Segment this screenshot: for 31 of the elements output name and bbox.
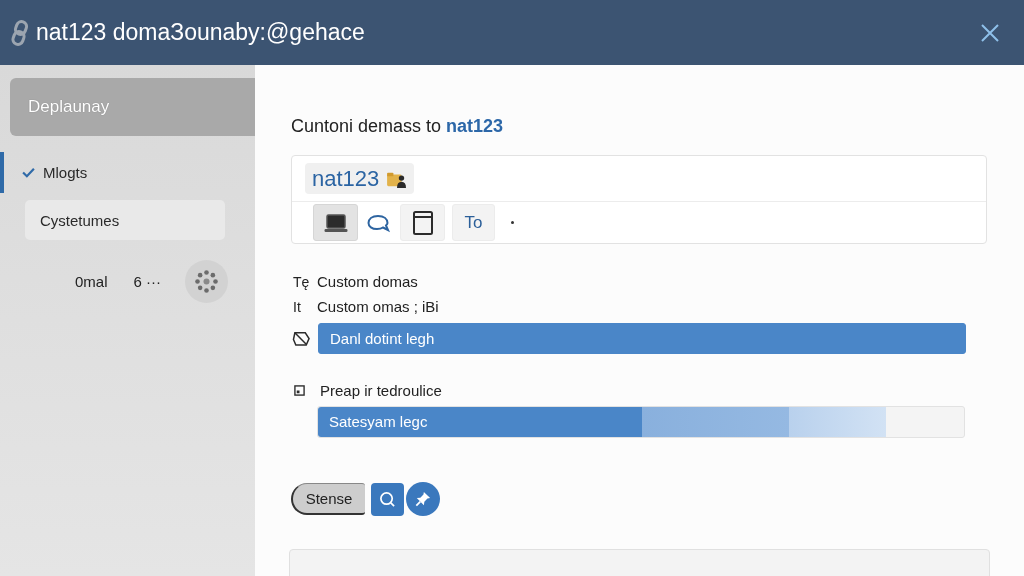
window-button[interactable]: [400, 204, 445, 241]
option-label: Custom domas: [317, 273, 418, 290]
option-tag: Tę: [291, 273, 317, 290]
sidebar-item[interactable]: Mlogts: [0, 152, 255, 193]
laptop-button[interactable]: [313, 204, 358, 241]
dot-icon: [511, 221, 514, 224]
window-icon: [412, 210, 433, 235]
preview-label: Preap ir tedroulice: [320, 382, 442, 399]
close-icon: [980, 22, 1000, 43]
stense-button[interactable]: Stense: [291, 483, 365, 515]
option-label: Custom omas ; iBi: [317, 298, 439, 315]
close-button[interactable]: [980, 22, 1000, 43]
pin-button[interactable]: [406, 482, 440, 516]
sidebar-item[interactable]: Cystetumes: [25, 200, 225, 240]
spinner-icon[interactable]: [185, 259, 228, 303]
link-icon: [10, 19, 30, 46]
search-button[interactable]: [371, 482, 404, 516]
progress-label: Satesyam legc: [329, 413, 428, 431]
text-style-button[interactable]: To: [452, 204, 495, 241]
option-tag: It: [291, 298, 317, 315]
square-icon: [294, 385, 305, 396]
laptop-icon: [323, 212, 348, 233]
pin-icon: [415, 491, 431, 507]
footer-label: 0mal: [75, 272, 108, 290]
search-icon: [379, 490, 396, 508]
domain-select[interactable]: Danl dotint legh: [318, 323, 966, 354]
chat-bubble-icon: [367, 212, 391, 233]
page-heading: Cuntoni demass to nat123: [291, 115, 505, 137]
footer-count: 6 ···: [133, 272, 161, 290]
window-title: nat123 domaЗounaby:@gehace: [36, 19, 365, 46]
domain-chip[interactable]: nat123: [305, 163, 415, 194]
